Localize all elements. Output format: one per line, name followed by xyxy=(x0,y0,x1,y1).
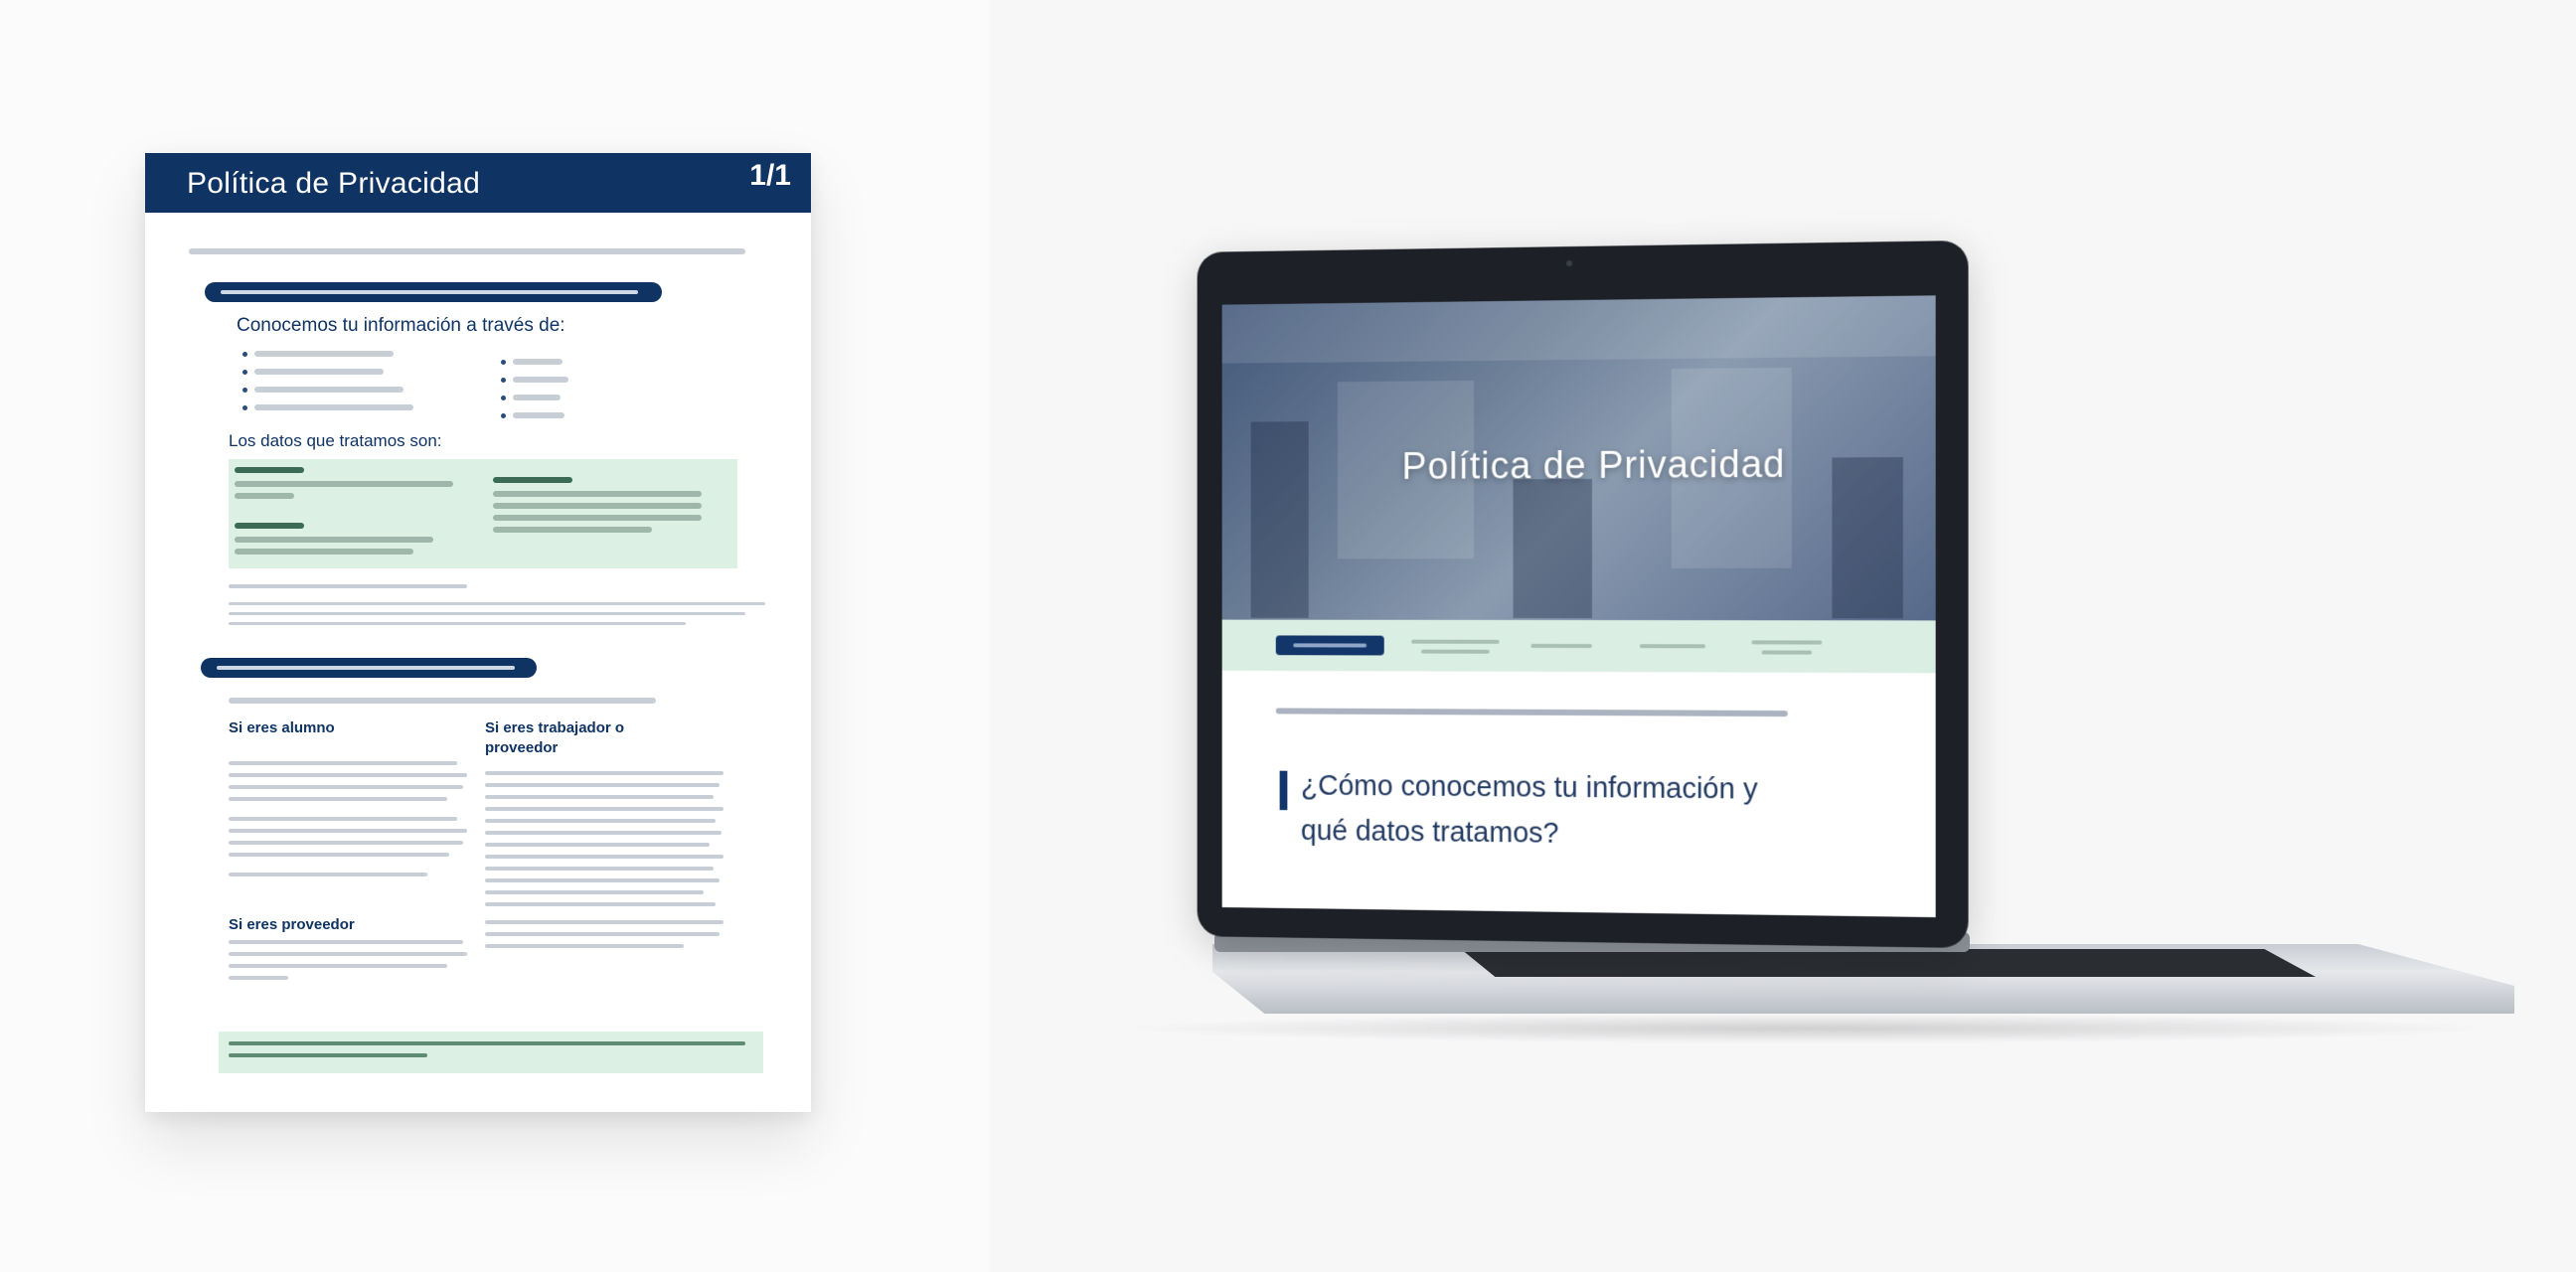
bullet xyxy=(501,360,506,365)
col-text-line xyxy=(229,785,463,789)
col-text-line xyxy=(485,783,720,787)
note-line xyxy=(229,602,765,605)
col-text-line xyxy=(229,817,457,821)
camera-dot xyxy=(1566,260,1573,267)
section-pill-2-text xyxy=(217,666,515,670)
col-text-line xyxy=(229,873,427,876)
nav-item-label[interactable] xyxy=(1639,644,1706,649)
box-heading-line xyxy=(493,477,572,483)
col-text-line xyxy=(229,829,467,833)
col-text-line xyxy=(229,853,449,857)
col-text-line xyxy=(485,795,714,799)
nav-item-label[interactable] xyxy=(1411,639,1500,644)
bullet-text xyxy=(254,351,394,357)
col-text-line xyxy=(485,867,714,871)
col-text-line xyxy=(229,797,447,801)
section-pill-1-text xyxy=(221,290,638,294)
bullet-text xyxy=(513,412,564,418)
col-text-line xyxy=(485,819,716,823)
bullet xyxy=(501,396,506,400)
hero-title: Política de Privacidad xyxy=(1401,443,1786,488)
bullet-text xyxy=(254,387,403,393)
privacy-policy-document: Política de Privacidad 1/1 Conocemos tu … xyxy=(145,153,811,1112)
col-text-line xyxy=(485,932,720,936)
nav-item-label[interactable] xyxy=(1420,649,1490,654)
laptop-screen: Política de Privacidad ¿Cómo conocemos t… xyxy=(1221,295,1936,918)
doc-heading-2: Los datos que tratamos son: xyxy=(229,431,442,450)
nav-item-label[interactable] xyxy=(1530,643,1592,649)
bullet xyxy=(501,378,506,383)
section-accent-bar xyxy=(1279,770,1288,811)
bullet xyxy=(242,370,247,375)
box-heading-line xyxy=(235,467,304,473)
laptop-shadow xyxy=(1113,1014,2504,1043)
hero-person xyxy=(1832,457,1903,619)
col-heading-left-2: Si eres proveedor xyxy=(229,916,355,933)
col-text-line xyxy=(229,976,288,980)
nav-item-label[interactable] xyxy=(1761,650,1813,655)
col-text-line xyxy=(485,807,724,811)
doc-heading-1: Conocemos tu información a través de: xyxy=(237,315,565,336)
box-text-line xyxy=(493,491,702,497)
bullet xyxy=(501,413,506,418)
note-line xyxy=(229,622,686,625)
bullet xyxy=(242,388,247,393)
bullet-text xyxy=(513,377,568,383)
col-text-line xyxy=(229,940,463,944)
col-text-line xyxy=(229,952,467,956)
data-box-right xyxy=(483,459,737,568)
section-nav xyxy=(1221,619,1936,674)
callout-line xyxy=(229,1041,745,1045)
bullet xyxy=(242,405,247,410)
nav-item-active-label xyxy=(1293,643,1368,648)
box-text-line xyxy=(493,527,652,533)
col-text-line xyxy=(485,843,710,847)
col-text-line xyxy=(485,920,724,924)
hero-person xyxy=(1513,478,1592,619)
col-text-line xyxy=(485,831,722,835)
document-header: Política de Privacidad 1/1 xyxy=(145,153,811,213)
bullet-text xyxy=(513,395,561,400)
col-text-line xyxy=(229,761,457,765)
note-line xyxy=(229,584,467,588)
box-text-line xyxy=(235,537,433,543)
col-text-line xyxy=(485,902,716,906)
col-text-line xyxy=(485,890,704,894)
box-text-line xyxy=(235,481,453,487)
laptop-lid: Política de Privacidad ¿Cómo conocemos t… xyxy=(1197,239,1969,949)
col-text-line xyxy=(485,878,720,882)
bullet xyxy=(242,352,247,357)
col-text-line xyxy=(485,855,724,859)
document-title: Política de Privacidad xyxy=(187,167,481,200)
col-text-line xyxy=(229,964,447,968)
laptop-keyboard xyxy=(1461,949,2316,977)
col-text-line xyxy=(485,944,684,948)
section-title: ¿Cómo conocemos tu información y qué dat… xyxy=(1300,769,1758,850)
section-2-intro-line xyxy=(229,698,656,704)
hero-ceiling xyxy=(1221,295,1936,364)
hero-banner: Política de Privacidad xyxy=(1221,295,1936,621)
col-text-line xyxy=(485,771,724,775)
col-heading-right: Si eres trabajador o xyxy=(485,719,625,736)
callout-line xyxy=(229,1053,427,1057)
col-text-line xyxy=(229,773,467,777)
callout-box xyxy=(219,1032,763,1073)
hero-person xyxy=(1250,421,1309,618)
page-number: 1/1 xyxy=(749,159,791,192)
nav-item-label[interactable] xyxy=(1751,640,1823,645)
bullet-text xyxy=(254,404,413,410)
box-text-line xyxy=(493,503,702,509)
box-text-line xyxy=(493,515,702,521)
box-text-line xyxy=(235,493,294,499)
bullet-text xyxy=(254,369,384,375)
col-heading-left: Si eres alumno xyxy=(229,719,335,736)
box-heading-line xyxy=(235,523,304,529)
bullet-text xyxy=(513,359,563,365)
box-text-line xyxy=(235,549,413,555)
intro-text-line xyxy=(1275,708,1788,717)
note-line xyxy=(229,612,745,615)
col-heading-right-2: proveedor xyxy=(485,739,559,756)
col-text-line xyxy=(229,841,463,845)
intro-text-line xyxy=(189,248,745,254)
